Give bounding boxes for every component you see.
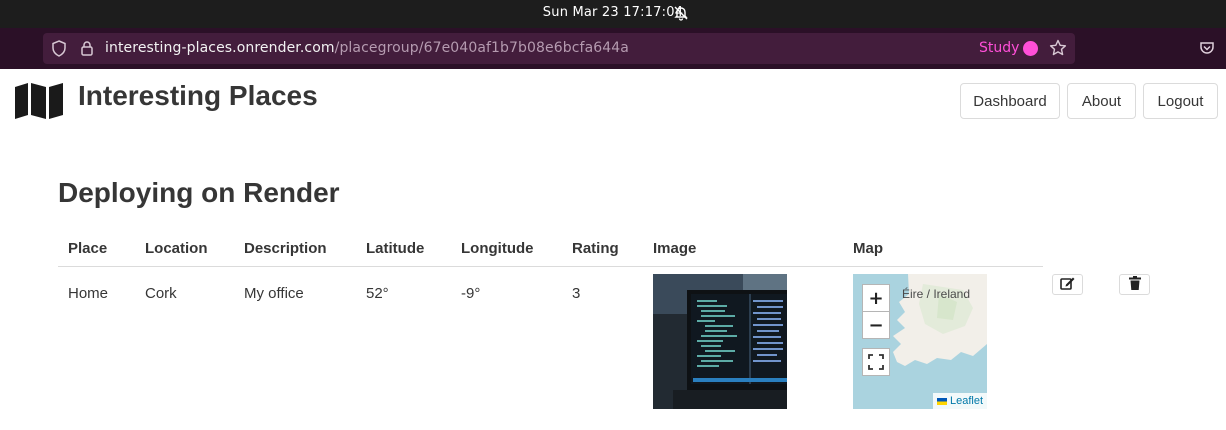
cell-location: Cork [145, 285, 177, 302]
notifications-off-icon[interactable] [673, 5, 689, 25]
logout-button[interactable]: Logout [1143, 83, 1218, 119]
cell-description: My office [244, 285, 304, 302]
map-attribution[interactable]: Leaflet [933, 393, 987, 409]
map-icon[interactable] [14, 82, 64, 124]
os-clock[interactable]: Sun Mar 23 17:17:04 [0, 5, 1226, 21]
edit-button[interactable] [1052, 274, 1083, 295]
url-host: interesting-places.onrender.com [105, 40, 335, 56]
clock-text: Sun Mar 23 17:17:04 [542, 5, 684, 20]
dashboard-button[interactable]: Dashboard [960, 83, 1060, 119]
cell-latitude: 52° [366, 285, 389, 302]
edit-icon [1059, 275, 1076, 294]
shield-icon[interactable] [51, 40, 67, 61]
lock-icon[interactable] [80, 40, 94, 60]
trash-icon [1128, 275, 1141, 294]
bookmark-star-icon[interactable] [1049, 39, 1067, 61]
cell-place: Home [68, 285, 109, 302]
ukraine-flag-icon [937, 397, 947, 405]
study-label[interactable]: Study [979, 40, 1019, 56]
page-title: Deploying on Render [58, 177, 340, 208]
pocket-icon[interactable] [1199, 40, 1215, 60]
map-country-label: Éire / Ireland [902, 287, 971, 301]
browser-toolbar: interesting-places.onrender.com/placegro… [0, 28, 1226, 69]
map-zoom-in-button[interactable]: + [862, 284, 890, 312]
url-text[interactable]: interesting-places.onrender.com/placegro… [105, 40, 629, 56]
study-indicator-icon[interactable] [1023, 41, 1038, 56]
url-path: /placegroup/67e040af1b7b08e6bcfa644a [334, 40, 629, 56]
os-top-bar: Sun Mar 23 17:17:04 [0, 0, 1226, 28]
app-title[interactable]: Interesting Places [78, 80, 318, 112]
about-button[interactable]: About [1067, 83, 1136, 119]
leaflet-link[interactable]: Leaflet [950, 395, 983, 407]
delete-button[interactable] [1119, 274, 1150, 295]
map-zoom-out-button[interactable]: − [862, 311, 890, 339]
address-bar[interactable]: interesting-places.onrender.com/placegro… [43, 33, 1075, 64]
fullscreen-icon[interactable] [862, 348, 890, 376]
cell-rating: 3 [572, 285, 581, 302]
place-image [653, 274, 787, 409]
cell-longitude: -9° [461, 285, 481, 302]
